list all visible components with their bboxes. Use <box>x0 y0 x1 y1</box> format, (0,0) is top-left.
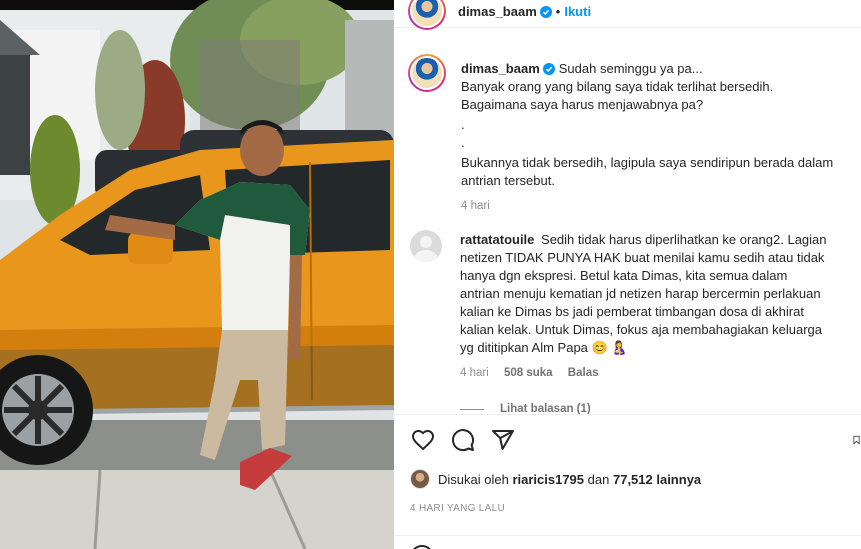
view-replies-button[interactable]: Lihat balasan (1) <box>500 403 591 414</box>
liker-avatar[interactable] <box>410 469 430 489</box>
post-actions-section: Disukai oleh riaricis1795 dan 77,512 lai… <box>394 414 861 549</box>
caption-username[interactable]: dimas_baam <box>461 60 540 78</box>
comment-time[interactable]: 4 hari <box>460 367 489 379</box>
post-photo-illustration <box>0 0 394 549</box>
caption-author-avatar[interactable] <box>408 54 446 92</box>
post-side-panel: dimas_baam • Ikuti dimas_baam Sudah semi… <box>394 0 861 549</box>
follow-button[interactable]: Ikuti <box>564 4 591 19</box>
replies-line <box>460 408 484 410</box>
verified-badge-icon <box>539 5 552 18</box>
likes-prefix: Disukai oleh <box>438 471 509 487</box>
paper-plane-icon[interactable] <box>490 427 516 453</box>
comment-line: hanya dgn ekspresi. Betul kata Dimas, ki… <box>460 268 788 283</box>
post-image[interactable] <box>0 0 394 549</box>
comment-like-count[interactable]: 508 suka <box>504 367 553 379</box>
caption-time[interactable]: 4 hari <box>461 200 857 212</box>
caption-line: antrian tersebut. <box>461 173 555 188</box>
comments-list[interactable]: dimas_baam Sudah seminggu ya pa... Banya… <box>394 42 861 414</box>
caption-line: Banyak orang yang bilang saya tidak terl… <box>461 79 774 94</box>
header-username[interactable]: dimas_baam <box>458 4 537 19</box>
heart-icon[interactable] <box>410 427 436 453</box>
post-header: dimas_baam • Ikuti <box>394 0 861 30</box>
bookmark-icon[interactable] <box>852 427 861 453</box>
likes-summary: Disukai oleh riaricis1795 dan 77,512 lai… <box>410 469 701 489</box>
comment-line: Sedih tidak harus diperlihatkan ke orang… <box>541 232 827 247</box>
likes-conj: dan <box>587 471 610 487</box>
caption-line: Bagaimana saya harus menjawabnya pa? <box>461 97 704 112</box>
separator-dot: • <box>555 4 561 19</box>
caption-line: . <box>461 117 465 132</box>
comment-line: antrian menuju kematian jd netizen harap… <box>460 286 821 301</box>
likes-count[interactable]: 77,512 lainnya <box>613 472 701 487</box>
reply-button[interactable]: Balas <box>568 367 599 379</box>
caption-line: . <box>461 135 465 150</box>
comment-line: netizen TIDAK PUNYA HAK buat menilai kam… <box>460 250 825 265</box>
commenter-username[interactable]: rattatatouile <box>460 232 534 247</box>
verified-badge-icon <box>542 63 555 75</box>
caption-line: Sudah seminggu ya pa... <box>558 61 703 76</box>
post-date[interactable]: 4 HARI YANG LALU <box>410 503 505 514</box>
comment-line: yg dititipkan Alm Papa 😊 🤱 <box>460 340 628 355</box>
liker-username[interactable]: riaricis1795 <box>512 472 584 487</box>
caption-line: Bukannya tidak bersedih, lagipula saya s… <box>461 155 834 170</box>
commenter-avatar[interactable] <box>410 230 442 262</box>
emoji-icon[interactable] <box>410 545 434 549</box>
divider <box>394 535 861 536</box>
comment-line: kalian ke Dimas bs jadi pemberat timbang… <box>460 304 804 319</box>
comment-line: kalian kelak. Untuk Dimas, fokus aja mem… <box>460 322 823 337</box>
author-avatar[interactable] <box>408 0 446 30</box>
comment-bubble-icon[interactable] <box>450 427 476 453</box>
